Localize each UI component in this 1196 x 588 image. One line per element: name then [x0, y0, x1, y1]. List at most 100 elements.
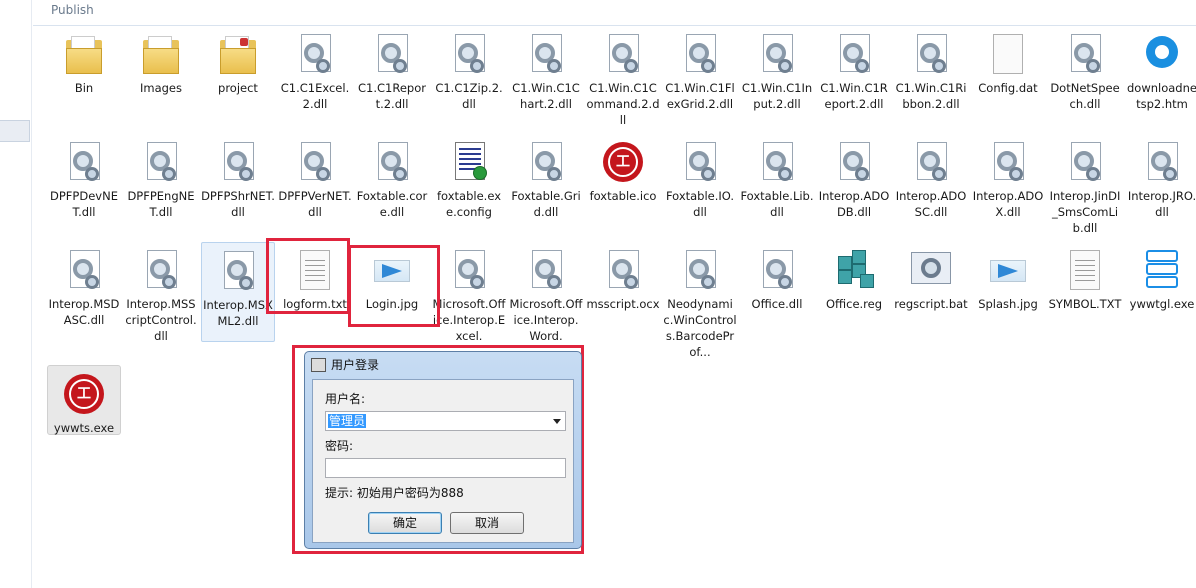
- file-name: Foxtable.core.dll: [356, 189, 428, 219]
- file-item[interactable]: project: [201, 30, 275, 96]
- dll-icon: [984, 138, 1032, 186]
- dll-icon: [137, 246, 185, 294]
- dll-icon: [214, 247, 262, 295]
- path-bar: Publish: [33, 0, 1196, 26]
- chevron-down-icon[interactable]: [553, 419, 561, 424]
- file-item[interactable]: Bin: [47, 30, 121, 96]
- file-item[interactable]: C1.Win.C1Report.2.dll: [817, 30, 891, 112]
- app-icon: [311, 358, 326, 372]
- dialog-body: 用户名: 管理员 密码: 提示: 初始用户密码为888 确定 取消: [312, 379, 574, 543]
- file-name: ywwts.exe: [53, 421, 115, 435]
- file-item[interactable]: C1.Win.C1Ribbon.2.dll: [894, 30, 968, 112]
- file-item[interactable]: Interop.ADOSC.dll: [894, 138, 968, 220]
- file-item[interactable]: Splash.jpg: [971, 246, 1045, 312]
- navigation-selected-item[interactable]: [0, 120, 30, 142]
- file-item[interactable]: DotNetSpeech.dll: [1048, 30, 1122, 112]
- username-select[interactable]: 管理员: [325, 411, 566, 431]
- dll-icon: [214, 138, 262, 186]
- password-field[interactable]: [325, 458, 566, 478]
- file-item[interactable]: Office.reg: [817, 246, 891, 312]
- file-item[interactable]: Foxtable.Lib.dll: [740, 138, 814, 220]
- file-item[interactable]: Interop.JRO.dll: [1125, 138, 1196, 220]
- file-name: Foxtable.IO.dll: [665, 189, 735, 219]
- red-logo-icon: 工: [60, 370, 108, 418]
- dll-icon: [1061, 30, 1109, 78]
- file-name: Office.reg: [825, 297, 883, 311]
- file-item[interactable]: Neodynamic.WinControls.BarcodeProf...: [663, 246, 737, 360]
- ok-button[interactable]: 确定: [368, 512, 442, 534]
- dll-icon: [522, 138, 570, 186]
- file-name: DPFPVerNET.dll: [278, 189, 352, 219]
- file-name: Foxtable.Lib.dll: [740, 189, 814, 219]
- file-name: Interop.MSXML2.dll: [203, 298, 273, 328]
- file-item[interactable]: Interop.MSScriptControl.dll: [124, 246, 198, 344]
- file-item[interactable]: Interop.ADOX.dll: [971, 138, 1045, 220]
- file-name: Neodynamic.WinControls.BarcodeProf...: [663, 297, 737, 359]
- password-label: 密码:: [325, 439, 354, 453]
- file-name: C1.Win.C1Report.2.dll: [820, 81, 888, 111]
- file-item[interactable]: downloadnetsp2.htm: [1125, 30, 1196, 112]
- file-item[interactable]: Foxtable.IO.dll: [663, 138, 737, 220]
- file-name: Interop.JRO.dll: [1127, 189, 1196, 219]
- file-item[interactable]: Interop.MSDASC.dll: [47, 246, 121, 328]
- breadcrumb[interactable]: Publish: [51, 3, 94, 17]
- file-name: DPFPShrNET.dll: [201, 189, 275, 219]
- file-name: C1.Win.C1FlexGrid.2.dll: [665, 81, 735, 111]
- file-item[interactable]: msscript.ocx: [586, 246, 660, 312]
- hint-text: 提示: 初始用户密码为888: [325, 486, 464, 500]
- file-item[interactable]: ywwtgl.exe: [1125, 246, 1196, 312]
- file-name: Bin: [74, 81, 94, 95]
- file-item[interactable]: C1.Win.C1Command.2.dll: [586, 30, 660, 128]
- dll-icon: [676, 30, 724, 78]
- file-item[interactable]: Office.dll: [740, 246, 814, 312]
- file-name: Interop.ADODB.dll: [818, 189, 890, 219]
- file-item[interactable]: C1.Win.C1FlexGrid.2.dll: [663, 30, 737, 112]
- file-item[interactable]: DPFPVerNET.dll: [278, 138, 352, 220]
- file-name: DotNetSpeech.dll: [1050, 81, 1120, 111]
- file-item[interactable]: 工 ywwts.exe: [47, 365, 121, 435]
- blank-file-icon: [984, 30, 1032, 78]
- file-item[interactable]: Config.dat: [971, 30, 1045, 96]
- file-name: Interop.MSDASC.dll: [48, 297, 120, 327]
- file-item[interactable]: SYMBOL.TXT: [1048, 246, 1122, 312]
- file-item[interactable]: DPFPDevNET.dll: [47, 138, 121, 220]
- file-name: DPFPDevNET.dll: [50, 189, 118, 219]
- file-item[interactable]: C1.C1Zip.2.dll: [432, 30, 506, 112]
- file-item[interactable]: Microsoft.Office.Interop.Excel.: [432, 246, 506, 344]
- file-item[interactable]: regscript.bat: [894, 246, 968, 312]
- dll-icon: [137, 138, 185, 186]
- file-name: C1.C1Excel.2.dll: [280, 81, 350, 111]
- file-item[interactable]: foxtable.exe.config: [432, 138, 506, 220]
- dll-icon: [522, 246, 570, 294]
- file-item[interactable]: C1.C1Report.2.dll: [355, 30, 429, 112]
- file-item[interactable]: Foxtable.Grid.dll: [509, 138, 583, 220]
- file-item[interactable]: Interop.JinDI_SmsComLib.dll: [1048, 138, 1122, 236]
- file-item[interactable]: C1.C1Excel.2.dll: [278, 30, 352, 112]
- file-item[interactable]: Images: [124, 30, 198, 96]
- file-name: Microsoft.Office.Interop.Word.: [509, 297, 583, 343]
- browser-icon: [1138, 30, 1186, 78]
- text-file-icon: [1061, 246, 1109, 294]
- username-label: 用户名:: [325, 392, 366, 406]
- file-item[interactable]: 工 foxtable.ico: [586, 138, 660, 204]
- file-item[interactable]: C1.Win.C1Input.2.dll: [740, 30, 814, 112]
- file-name: msscript.ocx: [586, 297, 660, 311]
- file-item[interactable]: Foxtable.core.dll: [355, 138, 429, 220]
- dll-icon: [291, 30, 339, 78]
- file-item[interactable]: Interop.MSXML2.dll: [201, 242, 275, 342]
- dll-icon: [368, 138, 416, 186]
- file-name: Office.dll: [751, 297, 803, 311]
- dll-icon: [1061, 138, 1109, 186]
- file-item[interactable]: DPFPShrNET.dll: [201, 138, 275, 220]
- file-name: Interop.ADOSC.dll: [895, 189, 967, 219]
- file-item[interactable]: C1.Win.C1Chart.2.dll: [509, 30, 583, 112]
- login-dialog: 用户登录 用户名: 管理员 密码: 提示: 初始用户密码为888 确定 取消: [304, 351, 582, 549]
- folder-icon: [137, 30, 185, 78]
- file-item[interactable]: DPFPEngNET.dll: [124, 138, 198, 220]
- dll-icon: [753, 246, 801, 294]
- file-item[interactable]: Microsoft.Office.Interop.Word.: [509, 246, 583, 344]
- file-name: SYMBOL.TXT: [1048, 297, 1122, 311]
- file-item[interactable]: Interop.ADODB.dll: [817, 138, 891, 220]
- cancel-button[interactable]: 取消: [450, 512, 524, 534]
- folder-lock-icon: [214, 30, 262, 78]
